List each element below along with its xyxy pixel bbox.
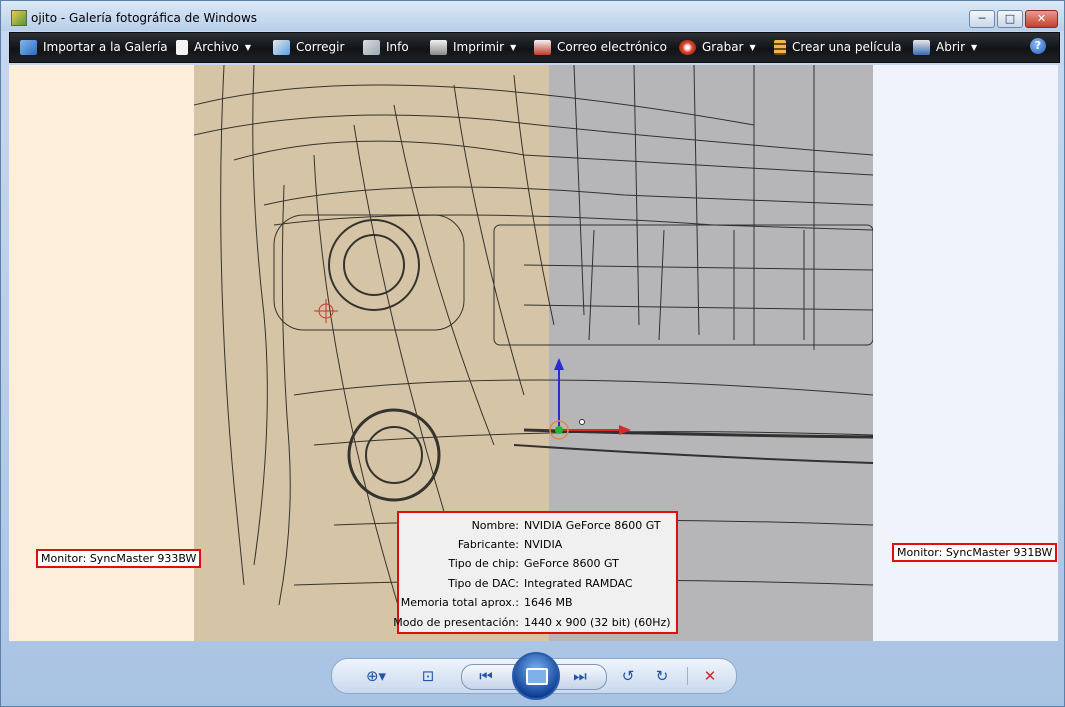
gpu-info-row: Memoria total aprox.: 1646 MB [399, 593, 676, 612]
create-movie-button[interactable]: Crear una película [774, 33, 901, 62]
gpu-info-value: NVIDIA GeForce 8600 GT [524, 519, 661, 532]
gpu-info-row: Nombre: NVIDIA GeForce 8600 GT [399, 516, 676, 535]
fix-label: Corregir [296, 40, 345, 54]
create-movie-label: Crear una película [792, 40, 902, 54]
title-bar[interactable]: ojito - Galería fotográfica de Windows ─… [1, 1, 1064, 31]
zoom-icon[interactable]: ⊕▾ [358, 659, 394, 693]
gpu-info-value: Integrated RAMDAC [524, 577, 633, 590]
email-icon [534, 40, 551, 55]
gpu-info-key: Fabricante: [457, 538, 519, 551]
gpu-info-value: GeForce 8600 GT [524, 557, 619, 570]
command-toolbar: Importar a la Galería Archivo ▼ Corregir … [9, 32, 1060, 63]
slideshow-icon [526, 668, 548, 685]
gpu-info-row: Tipo de DAC: Integrated RAMDAC [399, 574, 676, 593]
gpu-info-key: Modo de presentación: [393, 616, 519, 629]
right-monitor-label: Monitor: SyncMaster 931BW [892, 543, 1058, 562]
separator [687, 667, 688, 685]
maximize-button[interactable]: □ [997, 10, 1023, 28]
open-icon [913, 40, 930, 55]
printer-icon [430, 40, 447, 55]
fix-icon [273, 40, 290, 55]
rotate-left-icon[interactable]: ↺ [614, 659, 642, 693]
import-gallery-label: Importar a la Galería [43, 40, 168, 54]
file-menu-button[interactable]: Archivo ▼ [176, 33, 251, 62]
gpu-info-value: 1440 x 900 (32 bit) (60Hz) [524, 616, 671, 629]
import-gallery-button[interactable]: Importar a la Galería [20, 33, 168, 62]
open-menu-button[interactable]: Abrir ▼ [913, 33, 977, 62]
file-menu-label: Archivo [194, 40, 239, 54]
chevron-down-icon: ▼ [749, 43, 756, 52]
gpu-info-value: NVIDIA [524, 538, 563, 551]
gpu-info-key: Tipo de DAC: [448, 577, 519, 590]
gpu-info-row: Modo de presentación: 1440 x 900 (32 bit… [393, 613, 676, 632]
gpu-info-key: Tipo de chip: [448, 557, 519, 570]
print-menu-label: Imprimir [453, 40, 505, 54]
slideshow-button[interactable] [512, 652, 560, 700]
help-icon[interactable]: ? [1030, 38, 1046, 54]
open-menu-label: Abrir [936, 40, 966, 54]
rotate-right-icon[interactable]: ↻ [648, 659, 676, 693]
photo-viewer: Monitor: SyncMaster 933BW Monitor: SyncM… [9, 65, 1058, 641]
minimize-button[interactable]: ─ [969, 10, 995, 28]
info-button[interactable]: Info [363, 33, 409, 62]
gpu-info-panel: Nombre: NVIDIA GeForce 8600 GT Fabricant… [393, 511, 678, 634]
gpu-info-value: 1646 MB [524, 596, 573, 609]
import-icon [20, 40, 37, 55]
next-button[interactable]: ⏭ [562, 659, 598, 693]
delete-icon[interactable]: ✕ [696, 659, 724, 693]
navigation-bar: ⊕▾ ⊡ ⏮ ⏭ ↺ ↻ ✕ [331, 652, 737, 700]
burn-menu-button[interactable]: Grabar ▼ [679, 33, 756, 62]
previous-button[interactable]: ⏮ [468, 659, 504, 693]
fit-to-window-icon[interactable]: ⊡ [412, 659, 444, 693]
file-icon [176, 40, 188, 55]
window-title: ojito - Galería fotográfica de Windows [31, 11, 258, 25]
email-label: Correo electrónico [557, 40, 667, 54]
left-monitor-label: Monitor: SyncMaster 933BW [36, 549, 202, 568]
gpu-info-key: Memoria total aprox.: [400, 596, 519, 609]
info-icon [363, 40, 380, 55]
print-menu-button[interactable]: Imprimir ▼ [430, 33, 516, 62]
fix-button[interactable]: Corregir [273, 33, 344, 62]
burn-menu-label: Grabar [702, 40, 744, 54]
email-button[interactable]: Correo electrónico [534, 33, 667, 62]
info-label: Info [386, 40, 409, 54]
chevron-down-icon: ▼ [244, 43, 252, 52]
film-icon [774, 40, 786, 55]
gpu-info-row: Fabricante: NVIDIA [399, 535, 676, 554]
chevron-down-icon: ▼ [510, 43, 517, 52]
close-button[interactable]: ✕ [1025, 10, 1058, 28]
photo-gallery-window: ojito - Galería fotográfica de Windows ─… [0, 0, 1065, 707]
gallery-app-icon [11, 10, 27, 26]
chevron-down-icon: ▼ [971, 43, 978, 52]
gpu-info-key: Nombre: [471, 519, 519, 532]
gpu-info-row: Tipo de chip: GeForce 8600 GT [399, 554, 676, 573]
burn-disc-icon [679, 40, 696, 55]
